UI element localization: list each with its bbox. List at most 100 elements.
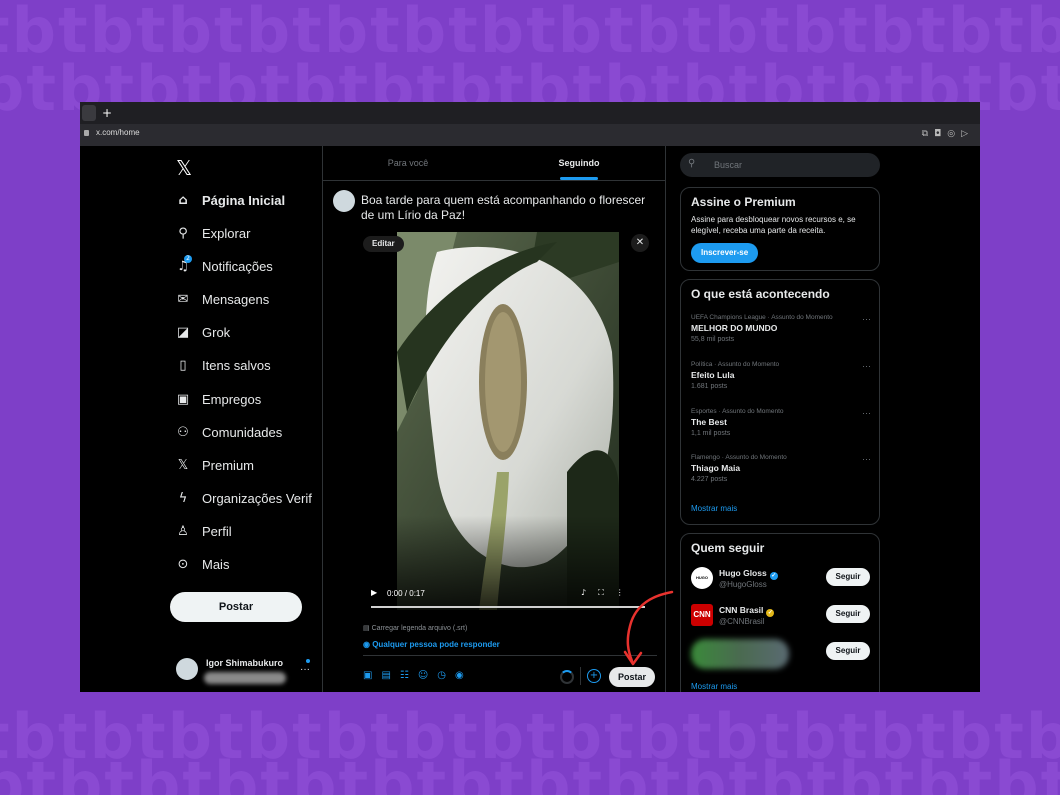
video-progress-bar[interactable] (371, 606, 645, 608)
nav-item-jobs[interactable]: ▣ Empregos (176, 388, 261, 410)
nav-item-verified-orgs[interactable]: ϟ Organizações Verif (176, 487, 312, 509)
nav-item-messages[interactable]: ✉ Mensagens (176, 288, 270, 310)
trend-context: UEFA Champions League · Assunto do Momen… (691, 314, 833, 321)
caption-upload[interactable]: ▤ Carregar legenda arquivo (.srt) (363, 624, 467, 632)
avatar (176, 658, 198, 680)
character-counter (560, 670, 574, 684)
caption-label: Carregar legenda arquivo (.srt) (371, 625, 468, 632)
avatar: CNN (691, 604, 713, 626)
more-icon[interactable]: ··· (862, 361, 871, 371)
follow-suggestion[interactable]: HUGO GLOSS Hugo Gloss ✓ @HugoGloss Seguir (691, 565, 877, 602)
mail-icon: ✉ (177, 291, 189, 307)
nav-item-premium[interactable]: 𝕏 Premium (176, 454, 254, 476)
x-logo-icon: 𝕏 (177, 457, 189, 473)
tab-following[interactable]: Seguindo (493, 146, 665, 180)
more-icon[interactable]: ··· (862, 454, 871, 464)
trend-item[interactable]: Esportes · Assunto do Momento The Best 1… (691, 408, 877, 437)
search-icon: ⚲ (178, 225, 188, 241)
more-icon[interactable]: ··· (862, 314, 871, 324)
video-preview[interactable] (397, 232, 619, 610)
avatar: HUGO GLOSS (691, 567, 713, 602)
account-name-text: CNN Brasil (719, 605, 764, 615)
search-icon: ⚲ (688, 158, 696, 169)
subscribe-button[interactable]: Inscrever-se (691, 243, 759, 263)
divider (363, 655, 657, 656)
account-name: CNN Brasil ✓ (719, 605, 775, 617)
trend-item[interactable]: Política · Assunto do Momento Efeito Lul… (691, 361, 877, 390)
search-placeholder: Buscar (714, 160, 743, 170)
notification-badge: 2 (184, 255, 192, 263)
more-icon[interactable]: ··· (862, 408, 871, 418)
nav-item-label: Notificações (202, 258, 273, 274)
bookmark-icon: ▯ (179, 357, 187, 373)
reply-settings-label: Qualquer pessoa pode responder (372, 640, 500, 649)
follow-button[interactable]: Seguir (826, 605, 870, 623)
trend-name: MELHOR DO MUNDO (691, 323, 778, 333)
nav-item-notifications[interactable]: ♫ 2 Notificações (176, 255, 273, 277)
trend-name: Efeito Lula (691, 370, 735, 380)
nav-item-label: Grok (202, 324, 231, 340)
lock-icon (84, 130, 89, 136)
trend-context: Política · Assunto do Momento (691, 361, 780, 368)
follow-button[interactable]: Seguir (826, 642, 870, 660)
show-more-link[interactable]: Mostrar mais (691, 504, 737, 513)
person-icon: ♙ (177, 523, 189, 539)
nav-item-label: Itens salvos (202, 357, 271, 373)
profile-name: Igor Shimabukuro (206, 658, 284, 668)
video-time: 0:00 / 0:17 (387, 589, 425, 598)
video-control-icons[interactable]: ♪⛶⋮ (581, 588, 636, 598)
search-input[interactable]: ⚲ Buscar (680, 153, 880, 177)
submit-post-button[interactable]: Postar (609, 667, 655, 687)
more-circle-icon: ⊙ (177, 556, 189, 572)
post-button[interactable]: Postar (170, 592, 302, 622)
more-icon[interactable]: ··· (300, 664, 310, 675)
trend-item[interactable]: UEFA Champions League · Assunto do Momen… (691, 314, 877, 343)
url-text[interactable]: x.com/home (96, 128, 140, 137)
tab-for-you[interactable]: Para você (323, 146, 493, 180)
reply-settings[interactable]: ◉ Qualquer pessoa pode responder (363, 640, 500, 649)
browser-window: + x.com/home ⧉◘◎▷ 𝕏 ⌂ Página Inicial ⚲ E… (80, 102, 980, 692)
x-logo-icon[interactable]: 𝕏 (176, 156, 192, 180)
address-bar-icons[interactable]: ⧉◘◎▷ (922, 129, 974, 139)
nav-item-explore[interactable]: ⚲ Explorar (176, 222, 250, 244)
media-attachment: Editar ✕ ▶ 0:00 / 0:17 ♪⛶⋮ (363, 232, 653, 610)
trend-context: Esportes · Assunto do Momento (691, 408, 784, 415)
premium-text: Assine para desbloquear novos recursos e… (691, 215, 856, 235)
account-name-text: Hugo Gloss (719, 568, 767, 578)
grok-icon: ◪ (176, 324, 190, 340)
avatar[interactable] (333, 190, 355, 212)
account-name: Hugo Gloss ✓ (719, 568, 778, 580)
play-icon[interactable]: ▶ (371, 588, 377, 597)
nav-item-bookmarks[interactable]: ▯ Itens salvos (176, 354, 271, 376)
follow-button[interactable]: Seguir (826, 568, 870, 586)
add-post-icon[interactable]: + (587, 669, 601, 683)
account-handle: @CNNBrasil (719, 617, 765, 626)
trend-name: Thiago Maia (691, 463, 741, 473)
address-bar[interactable]: x.com/home ⧉◘◎▷ (80, 124, 980, 146)
account-switcher[interactable]: Igor Shimabukuro ··· (176, 656, 316, 686)
nav-item-grok[interactable]: ◪ Grok (176, 321, 230, 343)
close-icon[interactable]: ✕ (631, 234, 649, 252)
nav-item-communities[interactable]: ⚇ Comunidades (176, 421, 282, 443)
trend-item[interactable]: Flamengo · Assunto do Momento Thiago Mai… (691, 454, 877, 483)
composer-toolbar[interactable]: ▣▤☷☺◷◉ (363, 670, 473, 681)
main-feed: Para você Seguindo Boa tarde para quem e… (322, 146, 666, 692)
nav-item-label: Comunidades (202, 424, 283, 440)
new-tab-button[interactable]: + (100, 106, 114, 120)
verified-badge-icon: ✓ (766, 609, 775, 617)
premium-title: Assine o Premium (691, 195, 796, 209)
edit-media-button[interactable]: Editar (363, 236, 404, 252)
composer-text[interactable]: Boa tarde para quem está acompanhando o … (361, 193, 651, 223)
who-to-follow-title: Quem seguir (691, 541, 765, 555)
nav-item-more[interactable]: ⊙ Mais (176, 553, 230, 575)
premium-card: Assine o Premium Assine para desbloquear… (680, 187, 880, 271)
browser-tab[interactable] (82, 105, 96, 121)
account-handle: @HugoGloss (719, 580, 767, 589)
people-icon: ⚇ (177, 424, 189, 440)
nav-item-home[interactable]: ⌂ Página Inicial (176, 189, 285, 211)
follow-suggestion[interactable]: CNN CNN Brasil ✓ @CNNBrasil Seguir (691, 602, 877, 628)
nav-item-profile[interactable]: ♙ Perfil (176, 520, 231, 542)
show-more-link[interactable]: Mostrar mais (691, 682, 737, 691)
trend-count: 1.681 posts (691, 383, 728, 390)
follow-suggestion[interactable]: Seguir (691, 639, 877, 669)
